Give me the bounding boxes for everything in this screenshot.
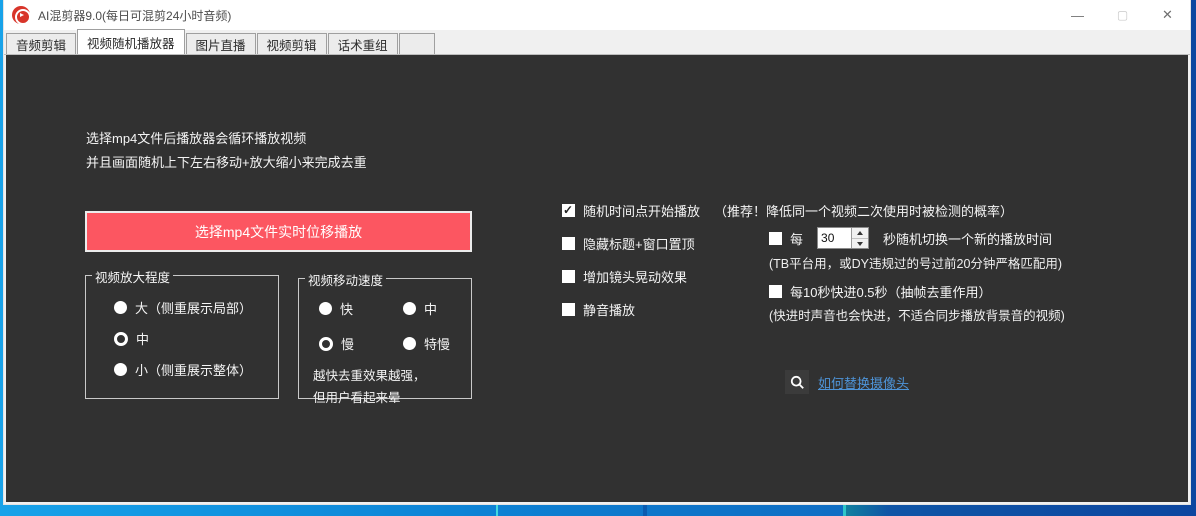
- camera-help-row: 如何替换摄像头: [785, 370, 909, 394]
- spin-up-icon[interactable]: [852, 228, 868, 239]
- radio-speed-medium[interactable]: 中: [403, 299, 450, 318]
- checkbox-label: 增加镜头晃动效果: [583, 267, 687, 286]
- radio-zoom-small[interactable]: 小（侧重展示整体）: [114, 360, 252, 379]
- checkbox-indicator-checked: [562, 204, 575, 217]
- interval-value-input[interactable]: [818, 228, 851, 248]
- radio-indicator: [403, 302, 416, 315]
- radio-speed-slow[interactable]: 慢: [319, 334, 403, 353]
- radio-label: 快: [340, 299, 353, 318]
- video-random-player-panel: 选择mp4文件后播放器会循环播放视频 并且画面随机上下左右移动+放大缩小来完成去…: [6, 55, 1188, 502]
- radio-indicator-selected: [319, 337, 333, 351]
- checkbox-label: 静音播放: [583, 300, 635, 319]
- radio-speed-fast[interactable]: 快: [319, 299, 403, 318]
- close-button[interactable]: ✕: [1145, 0, 1190, 30]
- minimize-button[interactable]: —: [1055, 0, 1100, 30]
- intro-line-2: 并且画面随机上下左右移动+放大缩小来完成去重: [86, 151, 367, 175]
- spin-down-icon[interactable]: [852, 239, 868, 249]
- interval-spinbox[interactable]: [817, 227, 869, 249]
- titlebar: AI混剪器9.0(每日可混剪24小时音频) — ▢ ✕: [4, 0, 1190, 30]
- tab-stub: [399, 33, 435, 54]
- checkbox-interval-switch[interactable]: 每 秒随机切换一个新的播放时间: [769, 227, 1052, 249]
- taskbar-segment-divider: [496, 505, 498, 516]
- zoom-level-group: 视频放大程度 大（侧重展示局部） 中 小（侧重展示整体）: [85, 275, 279, 399]
- maximize-button[interactable]: ▢: [1100, 0, 1145, 30]
- tab-audio-edit[interactable]: 音频剪辑: [6, 33, 76, 54]
- tab-bar: 音频剪辑 视频随机播放器 图片直播 视频剪辑 话术重组: [4, 30, 1190, 55]
- tab-video-edit[interactable]: 视频剪辑: [257, 33, 327, 54]
- interval-note: (TB平台用，或DY违规过的号过前20分钟严格匹配用): [769, 253, 1062, 272]
- checkbox-skip-forward[interactable]: 每10秒快进0.5秒（抽帧去重作用）: [769, 282, 992, 301]
- tab-image-live[interactable]: 图片直播: [186, 33, 256, 54]
- checkbox-mute-playback[interactable]: 静音播放: [562, 300, 635, 319]
- checkbox-indicator: [562, 237, 575, 250]
- radio-label: 中: [136, 329, 149, 348]
- radio-indicator-selected: [114, 332, 128, 346]
- radio-label: 特慢: [424, 334, 450, 353]
- radio-zoom-medium[interactable]: 中: [114, 329, 149, 348]
- radio-speed-very-slow[interactable]: 特慢: [403, 334, 450, 353]
- skip-note: (快进时声音也会快进，不适合同步播放背景音的视频): [769, 305, 1065, 324]
- move-speed-group-title: 视频移动速度: [305, 270, 386, 289]
- taskbar-segment-divider: [643, 505, 647, 516]
- checkbox-indicator: [769, 285, 782, 298]
- checkbox-label: 隐藏标题+窗口置顶: [583, 234, 695, 253]
- app-window: AI混剪器9.0(每日可混剪24小时音频) — ▢ ✕ 音频剪辑 视频随机播放器…: [3, 0, 1191, 505]
- checkbox-hide-title-topmost[interactable]: 隐藏标题+窗口置顶: [562, 234, 695, 253]
- speed-note-line-2: 但用户看起来晕: [313, 387, 426, 409]
- checkbox-note: （推荐！降低同一个视频二次使用时被检测的概率）: [714, 201, 1013, 220]
- search-icon: [785, 370, 809, 394]
- checkbox-indicator: [769, 232, 782, 245]
- camera-help-link[interactable]: 如何替换摄像头: [818, 373, 909, 392]
- window-title: AI混剪器9.0(每日可混剪24小时音频): [38, 7, 231, 24]
- taskbar-segment: [846, 505, 1196, 516]
- speed-note-line-1: 越快去重效果越强，: [313, 365, 426, 387]
- checkbox-indicator: [562, 303, 575, 316]
- tab-video-random-player[interactable]: 视频随机播放器: [77, 29, 185, 54]
- desktop-background: AI混剪器9.0(每日可混剪24小时音频) — ▢ ✕ 音频剪辑 视频随机播放器…: [0, 0, 1196, 516]
- radio-indicator: [319, 302, 332, 315]
- radio-zoom-large[interactable]: 大（侧重展示局部）: [114, 298, 252, 317]
- interval-suffix: 秒随机切换一个新的播放时间: [883, 229, 1052, 248]
- checkbox-random-start-time[interactable]: 随机时间点开始播放 （推荐！降低同一个视频二次使用时被检测的概率）: [562, 201, 1013, 220]
- radio-label: 慢: [341, 334, 354, 353]
- radio-label: 大（侧重展示局部）: [135, 298, 252, 317]
- app-logo-icon: [12, 6, 30, 24]
- intro-line-1: 选择mp4文件后播放器会循环播放视频: [86, 127, 367, 151]
- checkbox-indicator: [562, 270, 575, 283]
- intro-text: 选择mp4文件后播放器会循环播放视频 并且画面随机上下左右移动+放大缩小来完成去…: [86, 127, 367, 175]
- tab-script-remix[interactable]: 话术重组: [328, 33, 398, 54]
- zoom-level-group-title: 视频放大程度: [92, 267, 173, 286]
- checkbox-label: 每10秒快进0.5秒（抽帧去重作用）: [790, 282, 992, 301]
- select-mp4-button[interactable]: 选择mp4文件实时位移播放: [85, 211, 472, 252]
- radio-label: 小（侧重展示整体）: [135, 360, 252, 379]
- interval-prefix: 每: [790, 229, 803, 248]
- radio-indicator: [114, 363, 127, 376]
- radio-indicator: [403, 337, 416, 350]
- checkbox-label: 随机时间点开始播放: [583, 201, 700, 220]
- radio-label: 中: [424, 299, 437, 318]
- checkbox-camera-shake[interactable]: 增加镜头晃动效果: [562, 267, 687, 286]
- move-speed-group: 视频移动速度 快 中 慢 特: [298, 278, 472, 399]
- move-speed-options: 快 中 慢 特慢: [319, 299, 450, 353]
- window-controls: — ▢ ✕: [1055, 0, 1190, 30]
- speed-note: 越快去重效果越强， 但用户看起来晕: [313, 365, 426, 409]
- radio-indicator: [114, 301, 127, 314]
- spin-buttons: [851, 228, 868, 248]
